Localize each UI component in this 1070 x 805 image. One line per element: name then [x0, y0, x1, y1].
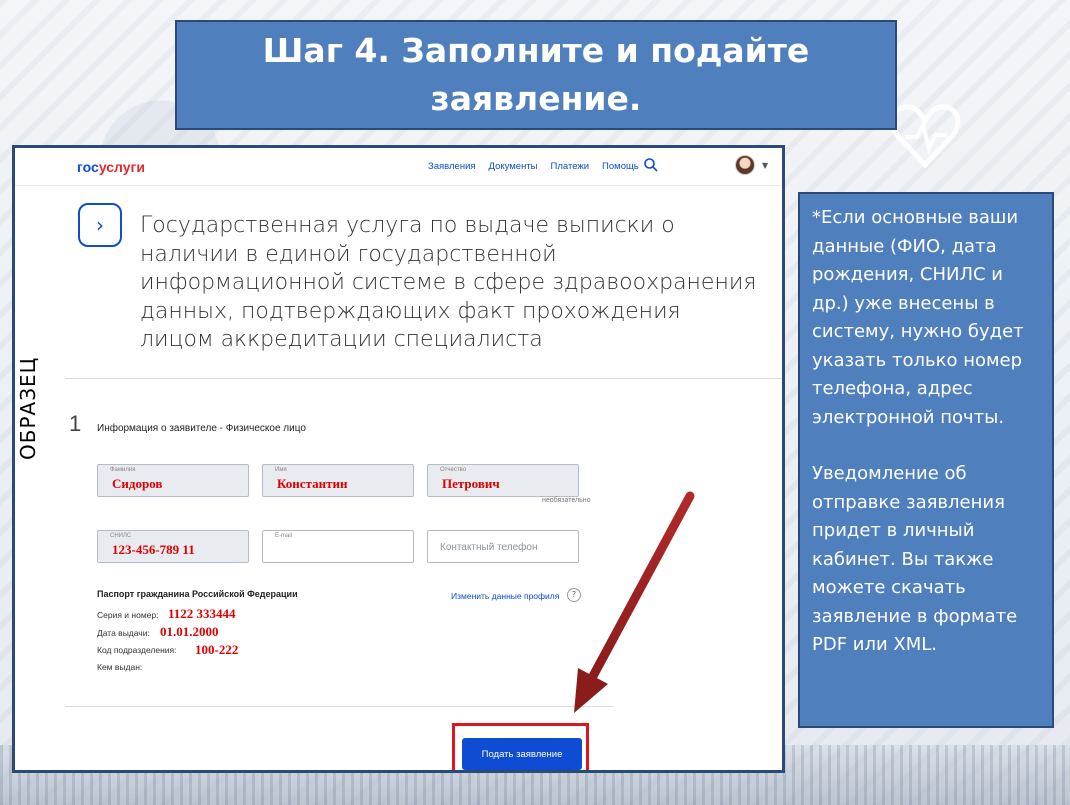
avatar[interactable] — [735, 155, 755, 175]
divider — [65, 378, 782, 379]
nav-help[interactable]: Помощь — [602, 161, 639, 172]
step-number: 1 — [69, 411, 82, 436]
divider — [65, 706, 613, 707]
step-title: Информация о заявителе - Физическое лицо — [97, 423, 306, 434]
patronymic-field[interactable]: Отчество Петрович — [427, 464, 579, 497]
nav-payments[interactable]: Платежи — [551, 161, 590, 172]
passport-title: Паспорт гражданина Российской Федерации — [97, 589, 298, 599]
field-label: E-mail — [275, 533, 293, 539]
info-paragraph-2: Уведомление об отправке заявления придет… — [812, 463, 1018, 655]
nav-documents[interactable]: Документы — [489, 161, 538, 172]
passport-date-label: Дата выдачи: — [97, 628, 150, 638]
sample-watermark: ОБРАЗЕЦ — [16, 356, 40, 460]
info-note-box: *Если основные ваши данные (ФИО, дата ро… — [798, 192, 1054, 728]
field-label: Фамилия — [110, 467, 136, 473]
gosuslugi-logo[interactable]: госуслуги — [77, 159, 145, 175]
field-label: СНИЛС — [110, 533, 132, 539]
change-profile-link[interactable]: Изменить данные профиля — [451, 591, 559, 601]
pointer-arrow — [574, 491, 695, 713]
nav-applications[interactable]: Заявления — [428, 161, 476, 172]
surname-field[interactable]: Фамилия Сидоров — [97, 464, 249, 497]
passport-code-value: 100-222 — [195, 642, 239, 657]
site-header: госуслуги Заявления Документы Платежи По… — [15, 148, 782, 186]
name-field[interactable]: Имя Константин — [262, 464, 414, 497]
passport-series-label: Серия и номер: — [97, 610, 159, 620]
field-label: Имя — [275, 467, 287, 473]
slide-title-banner: Шаг 4. Заполните и подайте заявление. — [175, 20, 897, 130]
heart-icon — [889, 104, 961, 169]
field-value: Константин — [277, 476, 348, 491]
info-paragraph-1: *Если основные ваши данные (ФИО, дата ро… — [812, 207, 1024, 428]
service-title: Государственная услуга по выдаче выписки… — [140, 213, 757, 352]
passport-code-label: Код подразделения: — [97, 645, 177, 655]
submit-application-button[interactable]: Подать заявление — [462, 738, 582, 770]
search-icon[interactable] — [643, 157, 659, 173]
email-field[interactable]: E-mail — [262, 530, 414, 563]
slide-title: Шаг 4. Заполните и подайте заявление. — [262, 31, 810, 118]
field-value: 123-456-789 11 — [112, 542, 195, 557]
passport-date-value: 01.01.2000 — [160, 624, 219, 639]
field-label: Отчество — [440, 467, 467, 473]
chevron-right-icon: › — [78, 203, 122, 247]
field-placeholder: Контактный телефон — [440, 542, 538, 553]
phone-field[interactable]: Контактный телефон — [427, 530, 579, 563]
passport-issued-label: Кем выдан: — [97, 662, 143, 672]
chevron-down-icon[interactable]: ▼ — [762, 161, 768, 170]
field-value: Сидоров — [112, 476, 163, 491]
main-nav: Заявления Документы Платежи Помощь — [428, 161, 639, 172]
field-value: Петрович — [442, 476, 500, 491]
passport-series-value: 1122 333444 — [168, 606, 236, 621]
snils-field[interactable]: СНИЛС 123-456-789 11 — [97, 530, 249, 563]
